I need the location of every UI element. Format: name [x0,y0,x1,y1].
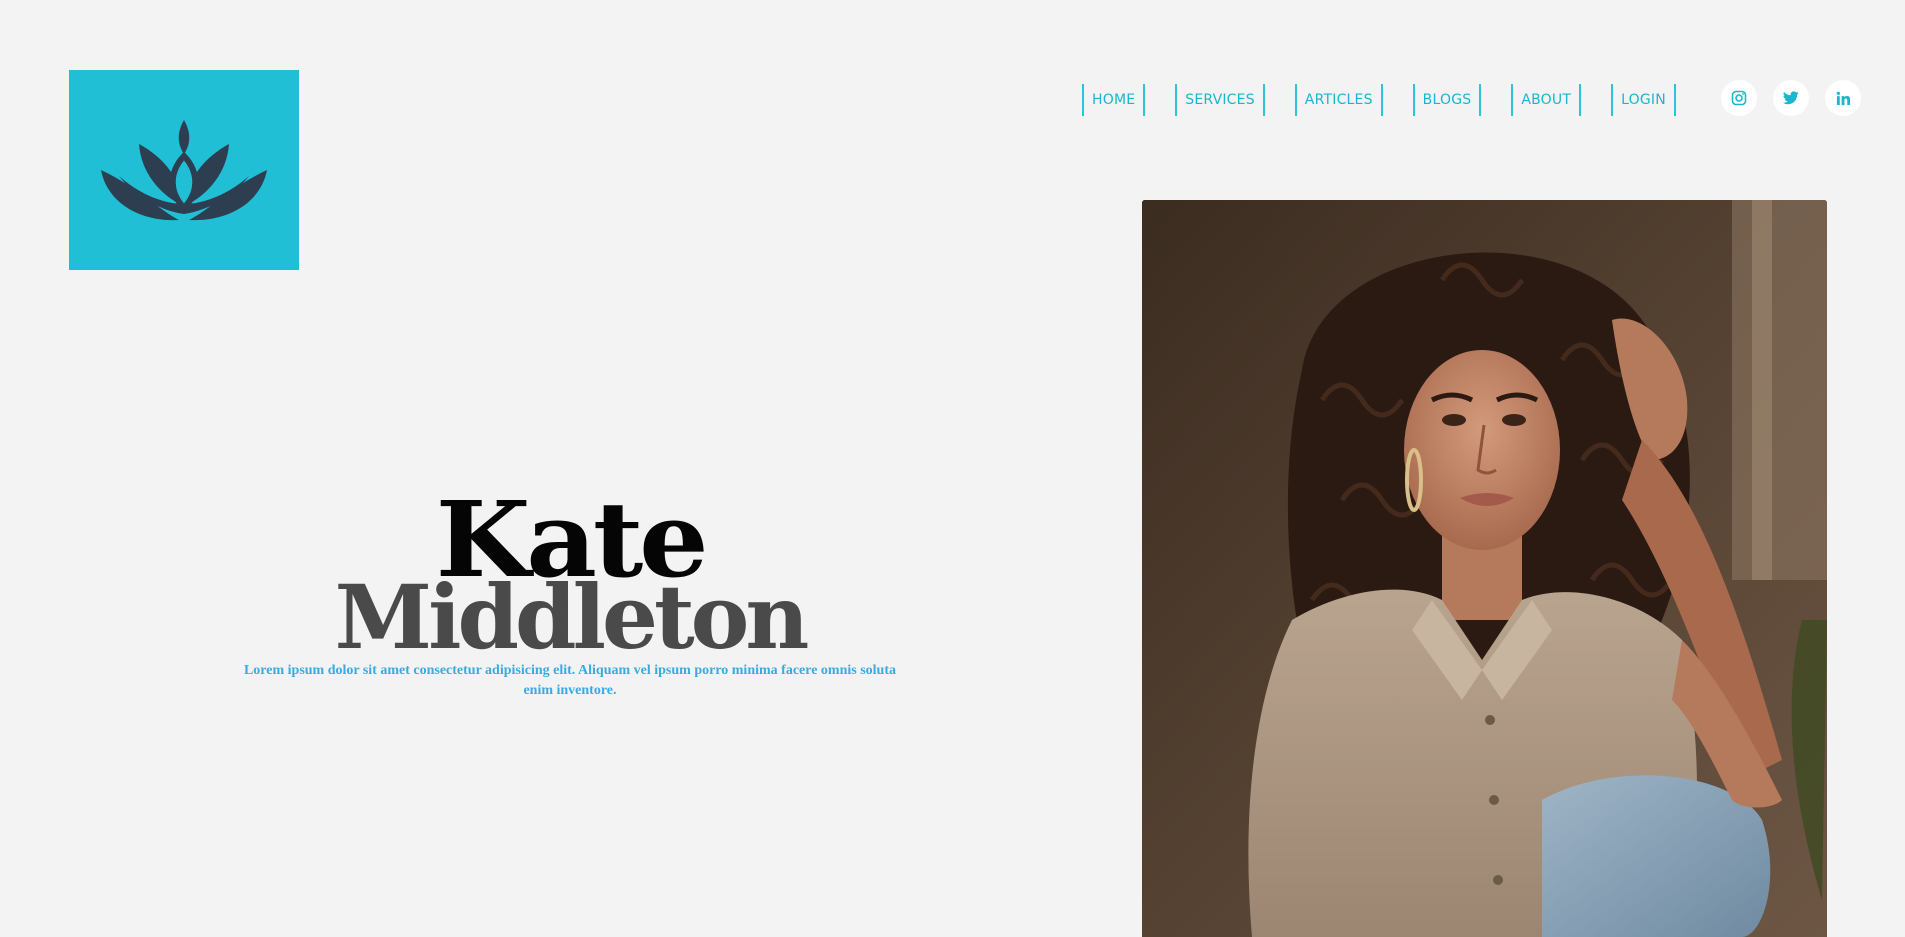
hero-text: Kate Middleton Lorem ipsum dolor sit ame… [220,478,920,701]
portrait-photo [1142,200,1827,937]
page: HOME SERVICES ARTICLES BLOGS ABOUT LOGIN [0,0,1905,937]
nav-item-articles[interactable]: ARTICLES [1294,84,1383,116]
twitter-button[interactable] [1773,80,1809,116]
twitter-icon [1783,91,1799,105]
logo[interactable] [69,70,299,270]
hero-first-name: Kate [435,478,709,601]
linkedin-icon [1836,91,1850,105]
social-links [1721,80,1861,116]
linkedin-button[interactable] [1825,80,1861,116]
nav-item-login[interactable]: LOGIN [1611,84,1676,116]
nav-item-home[interactable]: HOME [1082,84,1146,116]
lotus-icon [101,120,267,221]
nav-item-about[interactable]: ABOUT [1511,84,1582,116]
instagram-icon [1731,90,1747,106]
main-nav: HOME SERVICES ARTICLES BLOGS ABOUT LOGIN [1082,84,1676,116]
hero-tagline: Lorem ipsum dolor sit amet consectetur a… [243,663,897,698]
nav-item-services[interactable]: SERVICES [1175,84,1265,116]
instagram-button[interactable] [1721,80,1757,116]
nav-item-blogs[interactable]: BLOGS [1412,84,1482,116]
